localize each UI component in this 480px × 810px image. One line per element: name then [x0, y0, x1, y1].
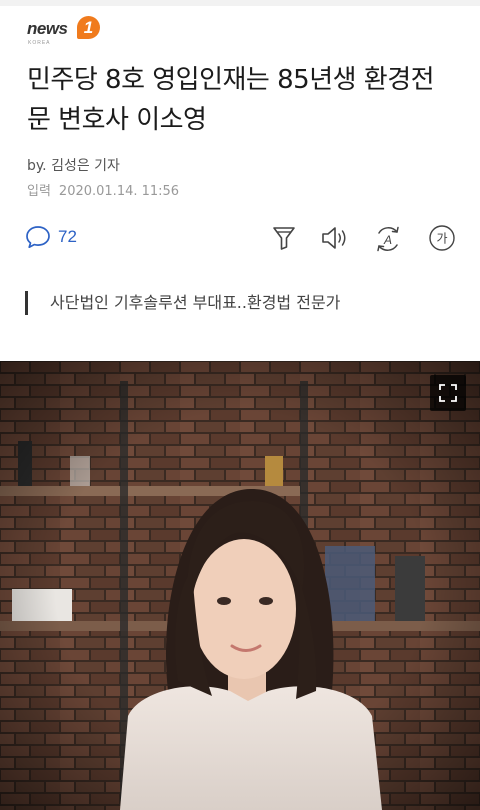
- translate-button[interactable]: A: [373, 224, 401, 252]
- expand-icon: [430, 375, 466, 411]
- logo-subtitle: KOREA: [28, 40, 51, 46]
- comment-count: 72: [58, 227, 77, 246]
- font-size-icon: 가: [428, 224, 456, 252]
- filter-icon: [270, 224, 298, 252]
- font-size-button[interactable]: 가: [428, 224, 456, 252]
- date-value: 2020.01.14. 11:56: [58, 184, 180, 199]
- listen-button[interactable]: [320, 224, 348, 252]
- expand-button[interactable]: [430, 375, 466, 411]
- article-date: 입력 2020.01.14. 11:56: [27, 180, 179, 199]
- comment-icon: [25, 225, 51, 249]
- article-action-bar: 72 A 가: [0, 218, 480, 258]
- translate-glyph: A: [383, 233, 392, 247]
- translate-icon: A: [373, 224, 401, 254]
- article-photo[interactable]: [0, 361, 480, 810]
- speaker-icon: [320, 224, 348, 252]
- font-size-glyph: 가: [436, 232, 447, 246]
- filter-button[interactable]: [270, 224, 298, 252]
- article-title: 민주당 8호 영입인재는 85년생 환경전문 변호사 이소영: [27, 65, 435, 135]
- top-divider: [0, 0, 480, 6]
- comment-button[interactable]: 72: [25, 225, 77, 249]
- logo-wordmark: news: [27, 19, 68, 38]
- article-summary: 사단법인 기후솔루션 부대표..환경법 전문가: [25, 291, 340, 315]
- article-byline: by. 김성은 기자: [27, 158, 120, 174]
- photo-illustration: [0, 361, 480, 810]
- date-label: 입력: [27, 184, 51, 199]
- logo-digit: 1: [77, 16, 100, 39]
